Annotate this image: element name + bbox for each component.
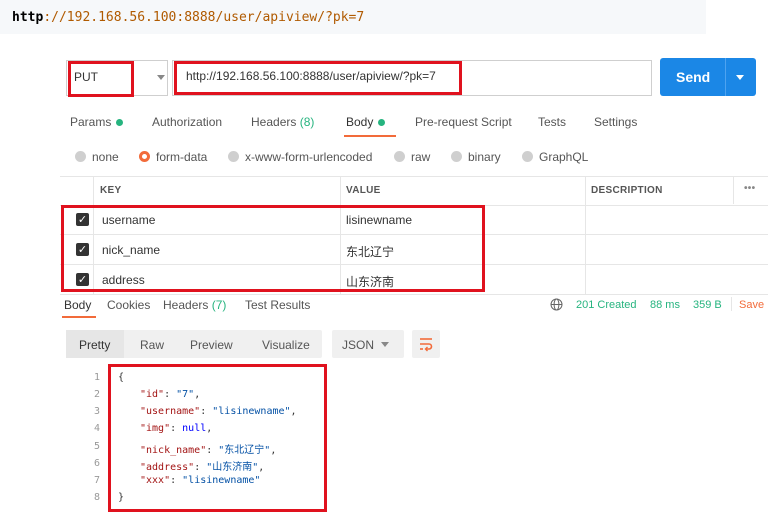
status-code: 201 Created [576,299,637,311]
line-number: 5 [93,441,100,452]
response-size: 359 B [693,299,722,311]
tab-body-label: Body [346,115,374,129]
col-divider [585,176,586,294]
url-highlight [174,61,462,95]
line-number: 8 [93,492,100,503]
resp-tab-headers-label: Headers [163,298,209,312]
radio-none[interactable] [75,151,86,162]
method-highlight [68,61,134,97]
params-dot-icon [116,119,124,127]
tab-headers[interactable]: Headers (8) [251,115,314,129]
col-value: VALUE [346,185,381,196]
table-highlight [61,205,485,292]
tab-prerequest[interactable]: Pre-request Script [415,115,512,129]
radio-raw[interactable] [394,151,405,162]
view-raw[interactable]: Raw [140,338,164,352]
url-code-text: http://192.168.56.100:8888/user/apiview/… [12,10,364,25]
tab-params-label: Params [70,115,112,129]
tab-body-underline [344,135,396,137]
radio-form-data-label: form-data [156,150,208,164]
line-number: 6 [93,458,100,469]
send-chevron-icon[interactable] [736,75,744,80]
save-response-link[interactable]: Save [739,299,764,311]
line-number: 3 [93,406,100,417]
line-number: 4 [93,423,100,434]
radio-none-label: none [92,150,119,164]
resp-tab-cookies[interactable]: Cookies [107,298,150,312]
resp-tab-headers[interactable]: Headers (7) [163,298,226,312]
radio-graphql-label: GraphQL [539,150,589,164]
line-number: 2 [93,389,100,400]
tab-headers-label: Headers [251,115,297,129]
status-divider [731,297,732,311]
tab-headers-count: (8) [299,115,315,129]
wrap-icon [420,338,433,352]
tab-settings[interactable]: Settings [594,115,637,129]
tab-body[interactable]: Body [346,115,386,129]
resp-tab-body[interactable]: Body [64,298,91,312]
body-dot-icon [378,119,386,127]
radio-raw-label: raw [411,150,431,164]
view-preview[interactable]: Preview [190,338,233,352]
tab-params[interactable]: Params [70,115,124,129]
col-divider [733,176,734,204]
format-chevron-icon [381,342,389,347]
radio-form-data[interactable] [139,151,150,162]
chevron-down-icon [157,75,165,80]
more-icon[interactable]: ••• [744,183,755,194]
line-number: 7 [93,475,100,486]
resp-tab-underline [62,316,96,318]
resp-tab-headers-count: (7) [211,298,227,312]
resp-tab-test-results[interactable]: Test Results [245,298,310,312]
radio-binary[interactable] [451,151,462,162]
radio-urlencoded[interactable] [228,151,239,162]
line-number: 1 [93,372,100,383]
view-visualize[interactable]: Visualize [262,338,310,352]
col-description: DESCRIPTION [591,185,663,196]
response-time: 88 ms [650,299,680,311]
view-pretty[interactable]: Pretty [79,338,110,352]
radio-graphql[interactable] [522,151,533,162]
globe-icon[interactable] [550,298,563,311]
radio-binary-label: binary [468,150,501,164]
url-scheme: http [12,10,44,25]
radio-urlencoded-label: x-www-form-urlencoded [245,150,373,164]
tab-tests[interactable]: Tests [538,115,566,129]
url-code-block: http://192.168.56.100:8888/user/apiview/… [0,0,706,34]
send-divider [725,58,726,96]
send-label: Send [676,69,711,85]
url-path: ://192.168.56.100:8888/user/apiview/?pk=… [43,10,365,25]
col-key: KEY [100,185,122,196]
response-highlight [108,364,327,512]
tab-authorization[interactable]: Authorization [152,115,222,129]
format-label: JSON [342,338,375,352]
